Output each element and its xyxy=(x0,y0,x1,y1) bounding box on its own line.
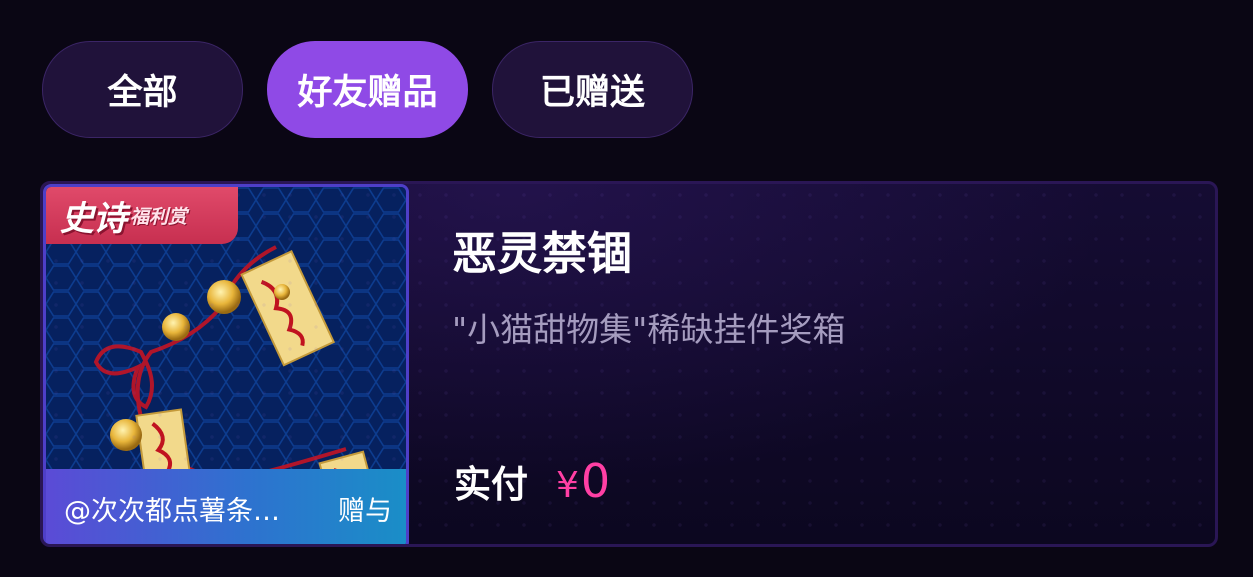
tab-sent[interactable]: 已赠送 xyxy=(492,41,693,138)
item-info: 恶灵禁锢 "小猫甜物集"稀缺挂件奖箱 实付 ¥ 0 xyxy=(452,184,1215,544)
item-thumbnail: 史诗 福利赏 @次次都点薯条… 赠与 xyxy=(43,184,409,544)
item-title: 恶灵禁锢 xyxy=(452,227,633,280)
item-subtitle: "小猫甜物集"稀缺挂件奖箱 xyxy=(452,310,846,349)
epic-badge: 史诗 福利赏 xyxy=(46,187,238,244)
badge-sub-label: 福利赏 xyxy=(130,206,188,228)
gift-action-label: 赠与 xyxy=(338,495,392,527)
price-label: 实付 xyxy=(454,463,528,506)
price-row: 实付 ¥ 0 xyxy=(454,454,610,508)
gift-card[interactable]: 史诗 福利赏 @次次都点薯条… 赠与 恶灵禁锢 "小猫甜物集"稀缺挂件奖箱 实付… xyxy=(40,181,1218,547)
tab-all[interactable]: 全部 xyxy=(42,41,243,138)
bell-icon xyxy=(162,313,190,341)
gift-sender-bar: @次次都点薯条… 赠与 xyxy=(46,469,406,544)
bell-icon xyxy=(207,280,241,314)
price-value: 0 xyxy=(580,454,611,508)
filter-tabs: 全部 好友赠品 已赠送 xyxy=(42,41,693,138)
currency-symbol: ¥ xyxy=(556,465,579,506)
bell-icon xyxy=(110,419,142,451)
tab-friend-gifts[interactable]: 好友赠品 xyxy=(267,41,468,138)
gift-sender-name[interactable]: @次次都点薯条… xyxy=(64,489,280,528)
badge-main-label: 史诗 xyxy=(60,199,127,239)
